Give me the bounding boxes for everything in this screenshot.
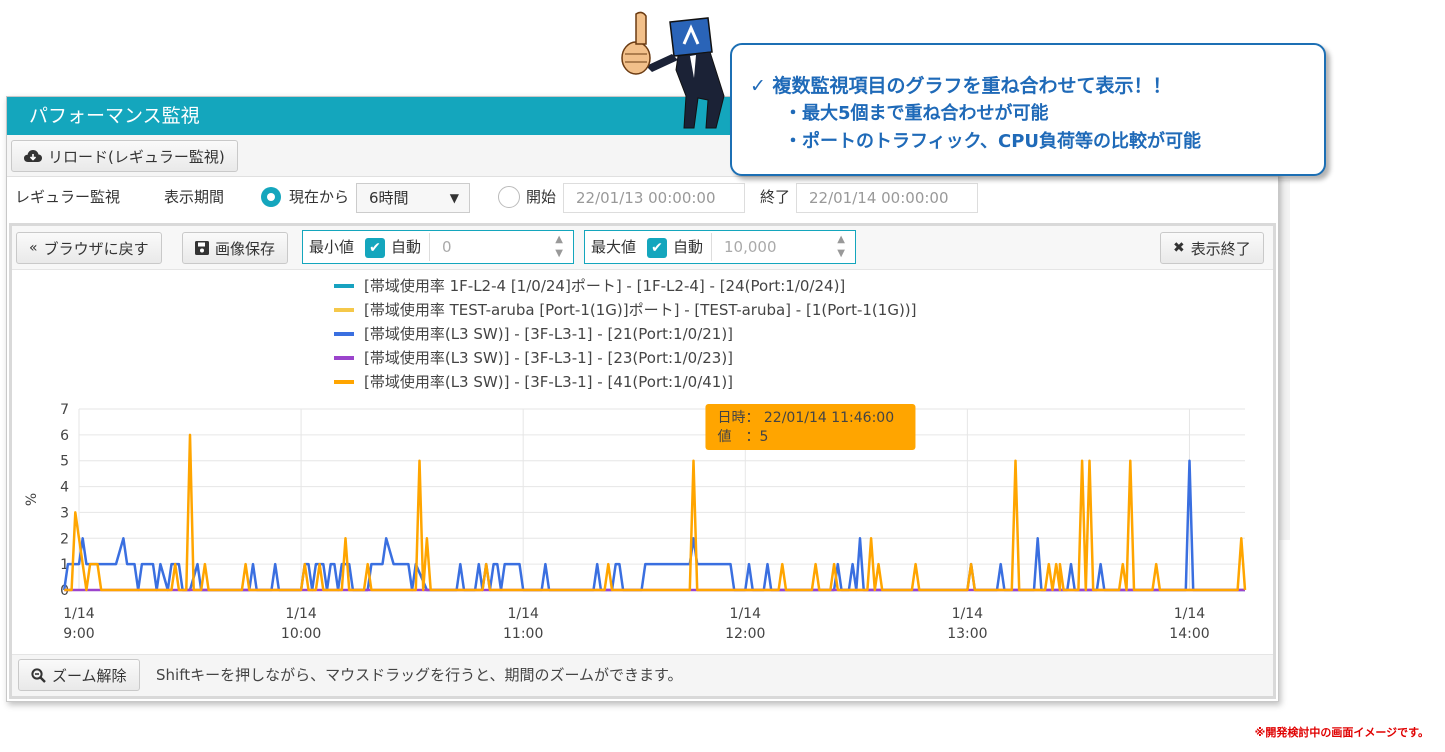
- x-tick-date: 1/14: [730, 606, 762, 622]
- max-auto-checkbox[interactable]: ✔: [647, 238, 667, 258]
- y-tick-label: 2: [60, 531, 69, 547]
- radio-from-now[interactable]: [261, 187, 281, 207]
- chart-panel: « ブラウザに戻す 画像保存 最小値 ✔ 自動 0 ▲ ▼ 最大値 ✔ 自動 1…: [9, 223, 1276, 699]
- end-date-input[interactable]: 22/01/14 00:00:00: [796, 183, 978, 213]
- period-select[interactable]: 6時間 ▼: [356, 183, 470, 213]
- zoom-reset-label: ズーム解除: [52, 666, 127, 685]
- cloud-download-icon: [24, 150, 42, 162]
- max-auto-label: 自動: [673, 238, 704, 256]
- zoom-out-icon: [31, 667, 46, 683]
- y-tick-label: 3: [60, 505, 69, 521]
- max-spinner[interactable]: ▲ ▼: [837, 233, 845, 261]
- callout-bullet-2: ・ポートのトラフィック、CPU負荷等の比較が可能: [784, 131, 1202, 152]
- legend-item: [帯域使用率 1F-L2-4 [1/0/24]ポート] - [1F-L2-4] …: [364, 277, 845, 295]
- callout-headline: ✓ 複数監視項目のグラフを重ね合わせて表示！！: [750, 75, 1172, 97]
- min-spinner[interactable]: ▲ ▼: [555, 233, 563, 261]
- reload-button[interactable]: リロード(レギュラー監視): [11, 140, 238, 172]
- period-select-value: 6時間: [369, 189, 409, 207]
- x-tick-date: 1/14: [285, 606, 317, 622]
- end-label: 終了: [760, 188, 791, 206]
- double-chevron-left-icon: «: [29, 240, 38, 256]
- zoom-reset-button[interactable]: ズーム解除: [18, 659, 140, 691]
- x-tick-date: 1/14: [63, 606, 95, 622]
- min-auto-checkbox[interactable]: ✔: [365, 238, 385, 258]
- start-date-input[interactable]: 22/01/13 00:00:00: [563, 183, 745, 213]
- min-label: 最小値: [309, 238, 355, 256]
- x-tick-date: 1/14: [1174, 606, 1206, 622]
- save-button-label: 画像保存: [215, 239, 276, 258]
- x-tick-time: 10:00: [281, 626, 321, 642]
- x-tick-time: 11:00: [503, 626, 543, 642]
- mode-label: レギュラー監視: [15, 188, 121, 206]
- filter-bar: レギュラー監視 表示期間 現在から 6時間 ▼ 開始 22/01/13 00:0…: [7, 177, 1278, 217]
- x-tick-time: 13:00: [947, 626, 987, 642]
- back-to-browser-button[interactable]: « ブラウザに戻す: [16, 232, 162, 264]
- y-tick-label: 7: [60, 402, 69, 418]
- y-tick-label: 5: [60, 454, 69, 470]
- performance-monitor-window: パフォーマンス監視 リロード(レギュラー監視) レギュラー監視 表示期間 現在か…: [6, 96, 1279, 702]
- start-label: 開始: [526, 188, 557, 206]
- x-tick-time: 12:00: [725, 626, 765, 642]
- min-auto-label: 自動: [391, 238, 422, 256]
- mascot-illustration: [621, 11, 725, 129]
- x-tick-time: 9:00: [63, 626, 94, 642]
- legend-item: [帯域使用率(L3 SW)] - [3F-L3-1] - [21(Port:1/…: [364, 325, 733, 343]
- footnote: ※開発検討中の画面イメージです。: [1254, 726, 1429, 739]
- tooltip-datetime: 日時： 22/01/14 11:46:00: [717, 410, 894, 426]
- reload-button-label: リロード(レギュラー監視): [48, 147, 225, 166]
- callout-bullet-1: ・最大5個まで重ね合わせが可能: [784, 103, 1049, 124]
- chart-bottom-bar: ズーム解除 Shiftキーを押しながら、マウスドラッグを行うと、期間のズームがで…: [12, 654, 1273, 696]
- feature-callout: ✓ 複数監視項目のグラフを重ね合わせて表示！！ ・最大5個まで重ね合わせが可能 …: [730, 43, 1326, 176]
- x-tick-time: 14:00: [1169, 626, 1209, 642]
- floppy-disk-icon: [195, 241, 209, 255]
- y-axis-label: %: [24, 493, 40, 506]
- min-value-input[interactable]: 0: [429, 233, 573, 261]
- from-now-label: 現在から: [289, 188, 350, 206]
- max-value-input[interactable]: 10,000: [711, 233, 855, 261]
- close-button-label: 表示終了: [1190, 239, 1251, 258]
- y-tick-label: 6: [60, 428, 69, 444]
- chart-toolbar: « ブラウザに戻す 画像保存 最小値 ✔ 自動 0 ▲ ▼ 最大値 ✔ 自動 1…: [12, 226, 1273, 270]
- line-chart[interactable]: [帯域使用率 1F-L2-4 [1/0/24]ポート] - [1F-L2-4] …: [12, 270, 1273, 654]
- min-value-box: 最小値 ✔ 自動 0 ▲ ▼: [302, 230, 574, 264]
- max-value-box: 最大値 ✔ 自動 10,000 ▲ ▼: [584, 230, 856, 264]
- close-icon: ✖: [1173, 240, 1185, 256]
- close-view-button[interactable]: ✖ 表示終了: [1160, 232, 1264, 264]
- period-label: 表示期間: [164, 188, 225, 206]
- radio-start[interactable]: [498, 186, 520, 208]
- max-label: 最大値: [591, 238, 637, 256]
- x-tick-date: 1/14: [952, 606, 984, 622]
- back-button-label: ブラウザに戻す: [43, 239, 149, 258]
- y-tick-label: 4: [60, 480, 69, 496]
- legend-item: [帯域使用率(L3 SW)] - [3F-L3-1] - [41(Port:1/…: [364, 373, 733, 391]
- legend-item: [帯域使用率 TEST-aruba [Port-1(1G)]ポート] - [TE…: [364, 301, 917, 319]
- legend-item: [帯域使用率(L3 SW)] - [3F-L3-1] - [23(Port:1/…: [364, 349, 733, 367]
- save-image-button[interactable]: 画像保存: [182, 232, 289, 264]
- zoom-hint-text: Shiftキーを押しながら、マウスドラッグを行うと、期間のズームができます。: [156, 666, 683, 684]
- x-tick-date: 1/14: [507, 606, 539, 622]
- caret-down-icon: ▼: [449, 191, 459, 205]
- series-line: [62, 459, 1245, 592]
- tooltip-value: 値 ：5: [717, 429, 768, 445]
